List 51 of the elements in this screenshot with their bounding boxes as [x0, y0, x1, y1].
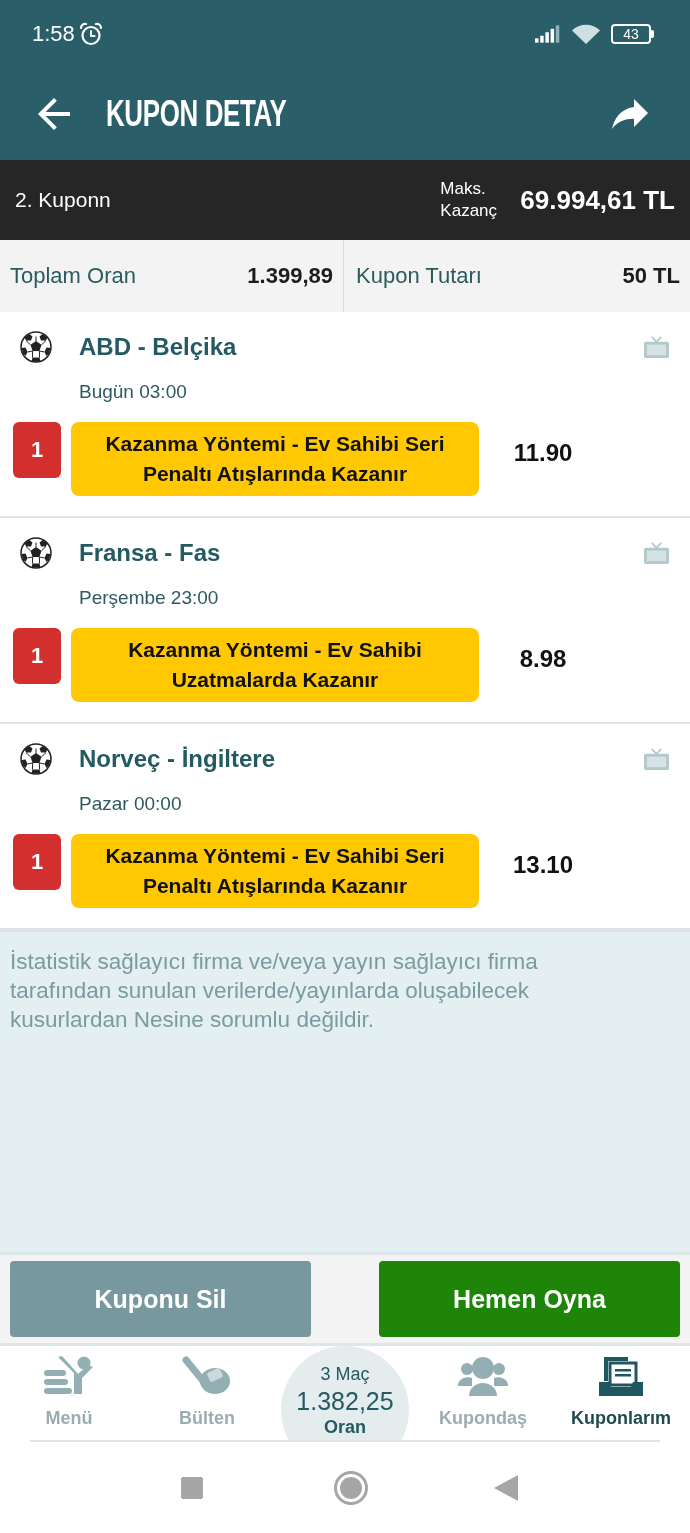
signal-icon	[535, 25, 561, 43]
max-win-label: Maks. Kazanç	[440, 178, 499, 222]
status-time: 1:58	[32, 21, 75, 47]
summary-label: Kupon Tutarı	[356, 263, 482, 289]
document-tray-icon	[596, 1356, 646, 1396]
hand-icon	[182, 1356, 232, 1396]
play-button[interactable]: Hemen Oyna	[379, 1261, 680, 1337]
pick-badge: 1	[13, 834, 61, 890]
battery-indicator: 43	[611, 24, 654, 44]
alarm-clock-icon	[78, 22, 103, 46]
nav-tab[interactable]: Bülten	[179, 1346, 235, 1440]
tv-icon[interactable]	[643, 335, 670, 359]
back-arrow-icon[interactable]	[38, 98, 70, 130]
bet-selection: Kazanma Yöntemi - Ev Sahibi Seri Penaltı Atışlarında Kazanır	[71, 834, 479, 908]
pick-badge: 1	[13, 628, 61, 684]
summary-value: 50 TL	[622, 263, 680, 289]
bet-slip-button[interactable]: 3 Maç 1.382,25 Oran	[281, 1346, 409, 1440]
menu-icon	[44, 1356, 94, 1396]
back-button[interactable]	[493, 1474, 518, 1501]
soccer-ball-icon	[20, 537, 52, 569]
coupon-name: 2. Kuponn	[15, 188, 111, 212]
nav-tab[interactable]: Menü	[44, 1346, 94, 1440]
match-odds: 13.10	[512, 851, 574, 879]
match-teams: Norveç - İngiltere	[79, 745, 276, 773]
pick-badge: 1	[13, 422, 61, 478]
summary-label: Toplam Oran	[10, 263, 136, 289]
recents-button[interactable]	[180, 1476, 203, 1499]
soccer-ball-icon	[20, 331, 52, 363]
match-date: Pazar 00:00	[79, 793, 182, 814]
match-odds: 8.98	[519, 645, 567, 673]
wifi-icon	[571, 23, 601, 45]
home-button[interactable]	[333, 1470, 368, 1505]
summary-value: 1.399,89	[247, 263, 333, 289]
bet-selection: Kazanma Yöntemi - Ev Sahibi Seri Penaltı Atışlarında Kazanır	[71, 422, 479, 496]
soccer-ball-icon	[20, 743, 52, 775]
match-date: Bugün 03:00	[79, 381, 187, 402]
match-odds: 11.90	[513, 439, 573, 467]
bet-selection: Kazanma Yöntemi - Ev Sahibi Uzatmalarda Kazanır	[71, 628, 479, 702]
share-icon[interactable]	[612, 99, 648, 129]
match-teams: ABD - Belçika	[79, 333, 237, 361]
tv-icon[interactable]	[643, 747, 670, 771]
max-win-amount: 69.994,61 TL	[520, 184, 675, 216]
page-title: KUPON DETAY	[106, 93, 287, 135]
people-icon	[458, 1356, 508, 1396]
tv-icon[interactable]	[643, 541, 670, 565]
disclaimer-text: İstatistik sağlayıcı firma ve/veya yayın sağlayıcı firma tarafından sunulan verilerde/yayınlarda oluşabilecek kusurlardan Nesine sorumlu değildir.	[10, 948, 539, 1034]
match-date: Perşembe 23:00	[79, 587, 219, 608]
nav-tab[interactable]: Kupondaş	[439, 1346, 527, 1440]
nav-tab[interactable]: Kuponlarım	[571, 1346, 671, 1440]
delete-coupon-button[interactable]: Kuponu Sil	[10, 1261, 311, 1337]
match-teams: Fransa - Fas	[79, 539, 221, 567]
